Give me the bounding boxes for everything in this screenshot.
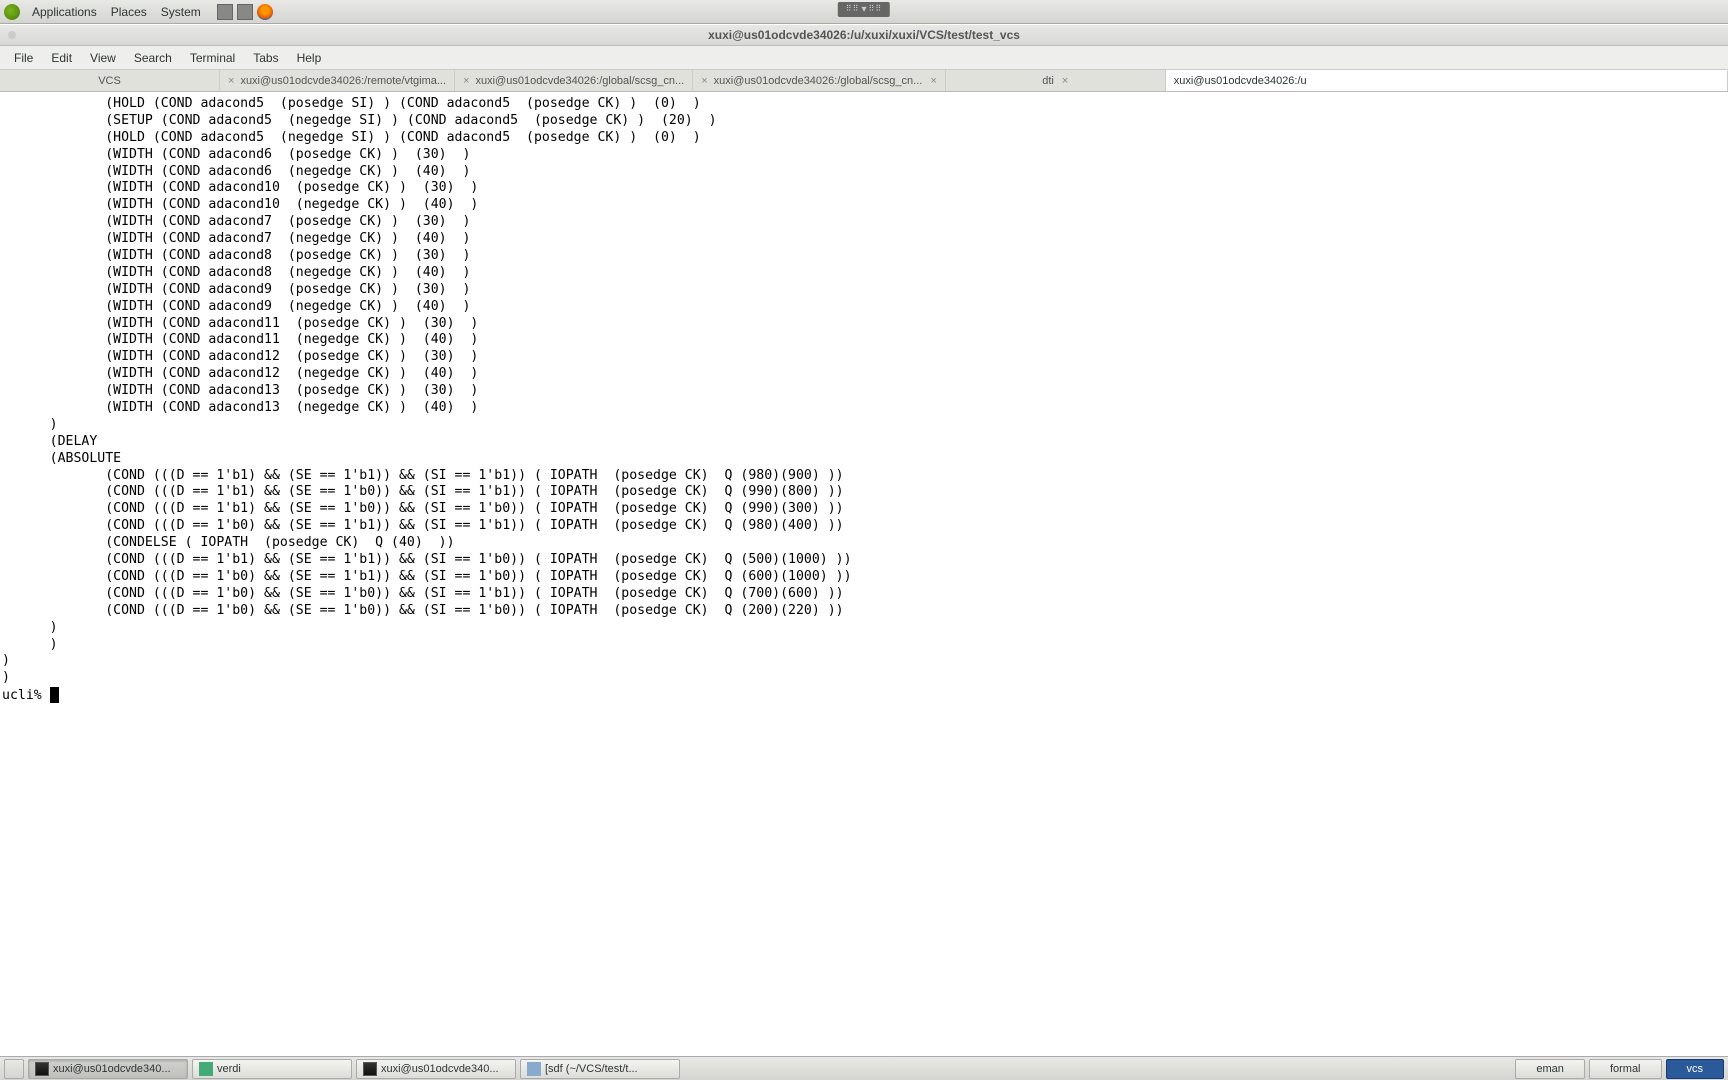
terminal-line: (WIDTH (COND adacond6 (negedge CK) ) (40… (2, 164, 1726, 181)
terminal-line: (WIDTH (COND adacond13 (negedge CK) ) (4… (2, 400, 1726, 417)
tab-scsg-1[interactable]: × xuxi@us01odcvde34026:/global/scsg_cn..… (455, 70, 693, 91)
tab-dti[interactable]: dti × (946, 70, 1166, 91)
tray-icon-1[interactable] (217, 4, 233, 20)
tab-close-icon[interactable]: × (930, 75, 936, 87)
terminal-cursor (50, 687, 59, 703)
terminal-line: (ABSOLUTE (2, 451, 1726, 468)
tab-label: xuxi@us01odcvde34026:/remote/vtgima... (240, 75, 446, 87)
terminal-line: ) (2, 637, 1726, 654)
terminal-tabbar: VCS × xuxi@us01odcvde34026:/remote/vtgim… (0, 70, 1728, 92)
terminal-line: (WIDTH (COND adacond7 (negedge CK) ) (40… (2, 231, 1726, 248)
tab-label: xuxi@us01odcvde34026:/global/scsg_cn... (714, 75, 923, 87)
taskbar-label: xuxi@us01odcvde340... (381, 1063, 499, 1075)
window-titlebar[interactable]: xuxi@us01odcvde34026:/u/xuxi/xuxi/VCS/te… (0, 24, 1728, 46)
taskbar-label: verdi (217, 1063, 241, 1075)
quick-launch (217, 4, 273, 20)
tab-label: xuxi@us01odcvde34026:/u (1174, 75, 1307, 87)
menu-file[interactable]: File (6, 48, 41, 68)
terminal-line: (WIDTH (COND adacond10 (posedge CK) ) (3… (2, 180, 1726, 197)
terminal-line: (WIDTH (COND adacond13 (posedge CK) ) (3… (2, 383, 1726, 400)
menu-help[interactable]: Help (289, 48, 330, 68)
tray-icon-2[interactable] (237, 4, 253, 20)
terminal-line: ) (2, 653, 1726, 670)
terminal-line: (COND (((D == 1'b1) && (SE == 1'b0)) && … (2, 484, 1726, 501)
terminal-line: (COND (((D == 1'b1) && (SE == 1'b0)) && … (2, 501, 1726, 518)
window-menu-icon[interactable] (8, 31, 16, 39)
taskbar-button[interactable]: [sdf (~/VCS/test/t... (520, 1059, 680, 1079)
terminal-line: (WIDTH (COND adacond11 (negedge CK) ) (4… (2, 332, 1726, 349)
gedit-icon (527, 1062, 541, 1076)
terminal-line: (WIDTH (COND adacond11 (posedge CK) ) (3… (2, 316, 1726, 333)
tab-label: VCS (98, 75, 121, 87)
arrow-down-icon: ▾ (861, 4, 866, 15)
terminal-line: (COND (((D == 1'b0) && (SE == 1'b1)) && … (2, 518, 1726, 535)
firefox-icon[interactable] (257, 4, 273, 20)
terminal-line: ) (2, 670, 1726, 687)
taskbar-button[interactable]: xuxi@us01odcvde340... (28, 1059, 188, 1079)
terminal-line: ) (2, 417, 1726, 434)
term-icon (363, 1062, 377, 1076)
dots-left-icon: ⠿⠿ (846, 4, 860, 15)
dots-right-icon: ⠿⠿ (869, 4, 883, 15)
terminal-line: (COND (((D == 1'b1) && (SE == 1'b1)) && … (2, 468, 1726, 485)
terminal-line: (WIDTH (COND adacond12 (posedge CK) ) (3… (2, 349, 1726, 366)
gnome-foot-icon[interactable] (4, 4, 20, 20)
terminal-line: (WIDTH (COND adacond12 (negedge CK) ) (4… (2, 366, 1726, 383)
menu-edit[interactable]: Edit (43, 48, 80, 68)
workspace-button[interactable]: eman (1515, 1059, 1585, 1079)
menu-terminal[interactable]: Terminal (182, 48, 243, 68)
gnome-bottom-panel: xuxi@us01odcvde340... verdi xuxi@us01odcvd… (0, 1056, 1728, 1080)
terminal-line: (WIDTH (COND adacond6 (posedge CK) ) (30… (2, 147, 1726, 164)
taskbar-label: [sdf (~/VCS/test/t... (545, 1063, 638, 1075)
terminal-prompt-line: ucli% (2, 687, 1726, 705)
taskbar-label: xuxi@us01odcvde340... (53, 1063, 171, 1075)
workspace-button[interactable]: formal (1589, 1059, 1662, 1079)
terminal-line: (HOLD (COND adacond5 (posedge SI) ) (CON… (2, 96, 1726, 113)
workspace-button[interactable]: vcs (1666, 1059, 1725, 1079)
terminal-line: (WIDTH (COND adacond9 (posedge CK) ) (30… (2, 282, 1726, 299)
terminal-line: (COND (((D == 1'b0) && (SE == 1'b1)) && … (2, 569, 1726, 586)
show-desktop-button[interactable] (4, 1059, 24, 1079)
terminal-line: (WIDTH (COND adacond8 (posedge CK) ) (30… (2, 248, 1726, 265)
tab-label: dti (1042, 75, 1054, 87)
terminal-line: (COND (((D == 1'b0) && (SE == 1'b0)) && … (2, 603, 1726, 620)
terminal-line: (WIDTH (COND adacond9 (negedge CK) ) (40… (2, 299, 1726, 316)
center-applet[interactable]: ⠿⠿ ▾ ⠿⠿ (838, 2, 890, 17)
taskbar-button[interactable]: verdi (192, 1059, 352, 1079)
terminal-line: (COND (((D == 1'b1) && (SE == 1'b1)) && … (2, 552, 1726, 569)
taskbar-button[interactable]: xuxi@us01odcvde340... (356, 1059, 516, 1079)
verdi-icon (199, 1062, 213, 1076)
terminal-line: (WIDTH (COND adacond10 (negedge CK) ) (4… (2, 197, 1726, 214)
terminal-output[interactable]: (HOLD (COND adacond5 (posedge SI) ) (CON… (0, 92, 1728, 1056)
tab-current[interactable]: xuxi@us01odcvde34026:/u (1166, 70, 1728, 91)
applications-menu[interactable]: Applications (26, 3, 103, 21)
tab-close-icon[interactable]: × (1062, 75, 1068, 87)
tab-close-icon[interactable]: × (228, 75, 234, 87)
terminal-line: ) (2, 620, 1726, 637)
tab-close-icon[interactable]: × (701, 75, 707, 87)
tab-close-icon[interactable]: × (463, 75, 469, 87)
menu-view[interactable]: View (82, 48, 124, 68)
terminal-line: (WIDTH (COND adacond8 (negedge CK) ) (40… (2, 265, 1726, 282)
system-menu[interactable]: System (155, 3, 207, 21)
terminal-line: (COND (((D == 1'b0) && (SE == 1'b0)) && … (2, 586, 1726, 603)
places-menu[interactable]: Places (105, 3, 153, 21)
terminal-line: (DELAY (2, 434, 1726, 451)
menu-search[interactable]: Search (126, 48, 180, 68)
tab-vcs[interactable]: VCS (0, 70, 220, 91)
terminal-line: (HOLD (COND adacond5 (negedge SI) ) (CON… (2, 130, 1726, 147)
terminal-line: (CONDELSE ( IOPATH (posedge CK) Q (40) )… (2, 535, 1726, 552)
window-title: xuxi@us01odcvde34026:/u/xuxi/xuxi/VCS/te… (708, 28, 1020, 42)
tab-scsg-2[interactable]: × xuxi@us01odcvde34026:/global/scsg_cn..… (693, 70, 946, 91)
tab-remote-vtgima[interactable]: × xuxi@us01odcvde34026:/remote/vtgima... (220, 70, 455, 91)
terminal-line: (WIDTH (COND adacond7 (posedge CK) ) (30… (2, 214, 1726, 231)
menu-tabs[interactable]: Tabs (245, 48, 286, 68)
gnome-top-panel: Applications Places System ⠿⠿ ▾ ⠿⠿ (0, 0, 1728, 24)
terminal-line: (SETUP (COND adacond5 (negedge SI) ) (CO… (2, 113, 1726, 130)
tab-label: xuxi@us01odcvde34026:/global/scsg_cn... (476, 75, 685, 87)
term-icon (35, 1062, 49, 1076)
terminal-menubar: File Edit View Search Terminal Tabs Help (0, 46, 1728, 70)
